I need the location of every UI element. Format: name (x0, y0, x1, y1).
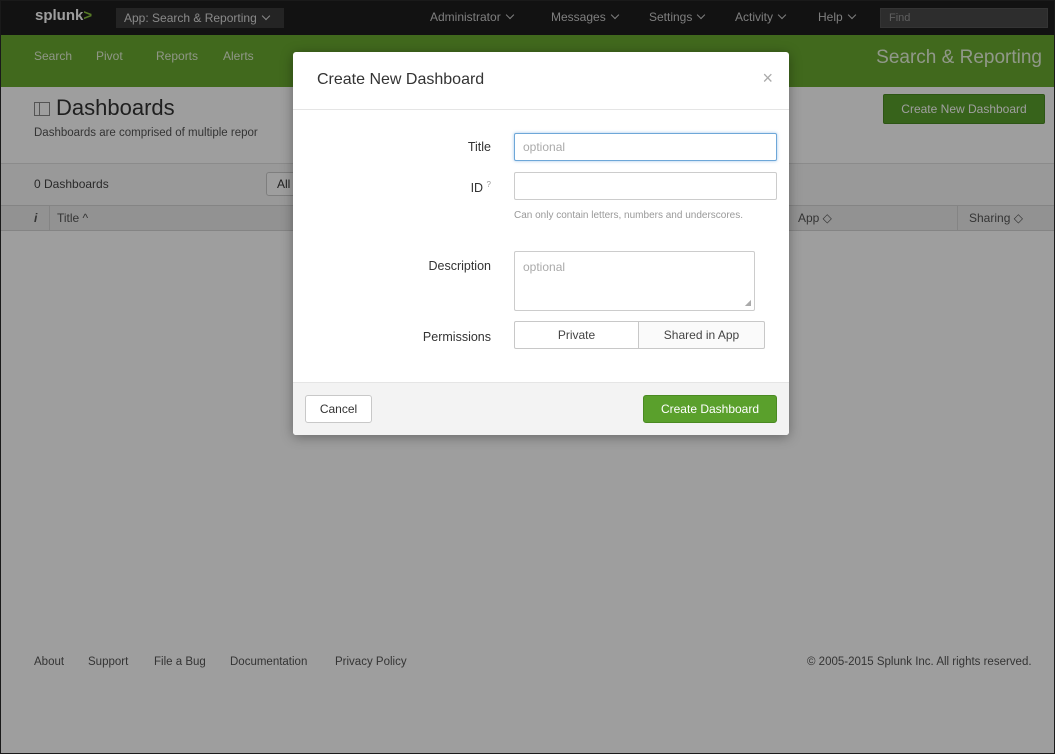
app-window: splunk> App: Search & Reporting Administ… (0, 0, 1055, 754)
id-label-text: ID (470, 181, 484, 196)
cancel-button[interactable]: Cancel (305, 395, 372, 423)
create-dashboard-button[interactable]: Create Dashboard (643, 395, 777, 423)
title-label: Title (467, 140, 491, 154)
permissions-label: Permissions (422, 330, 491, 344)
id-input[interactable] (514, 172, 777, 200)
create-dashboard-modal: Create New Dashboard × Title optional ID… (293, 52, 789, 435)
title-input[interactable]: optional (514, 133, 777, 161)
modal-title: Create New Dashboard (317, 71, 485, 88)
description-placeholder: optional (523, 260, 566, 274)
resize-handle-icon[interactable]: ◢ (745, 298, 751, 307)
description-label: Description (428, 259, 491, 273)
id-help-text: Can only contain letters, numbers and un… (514, 210, 744, 221)
id-label: ID ? (471, 180, 491, 195)
description-textarea[interactable]: optional ◢ (514, 251, 755, 311)
close-icon[interactable]: × (762, 68, 773, 89)
permission-shared-in-app[interactable]: Shared in App (638, 321, 765, 349)
help-icon[interactable]: ? (487, 180, 491, 189)
modal-header: Create New Dashboard × (293, 52, 789, 110)
permission-private[interactable]: Private (514, 321, 639, 349)
modal-footer: Cancel Create Dashboard (293, 382, 789, 435)
